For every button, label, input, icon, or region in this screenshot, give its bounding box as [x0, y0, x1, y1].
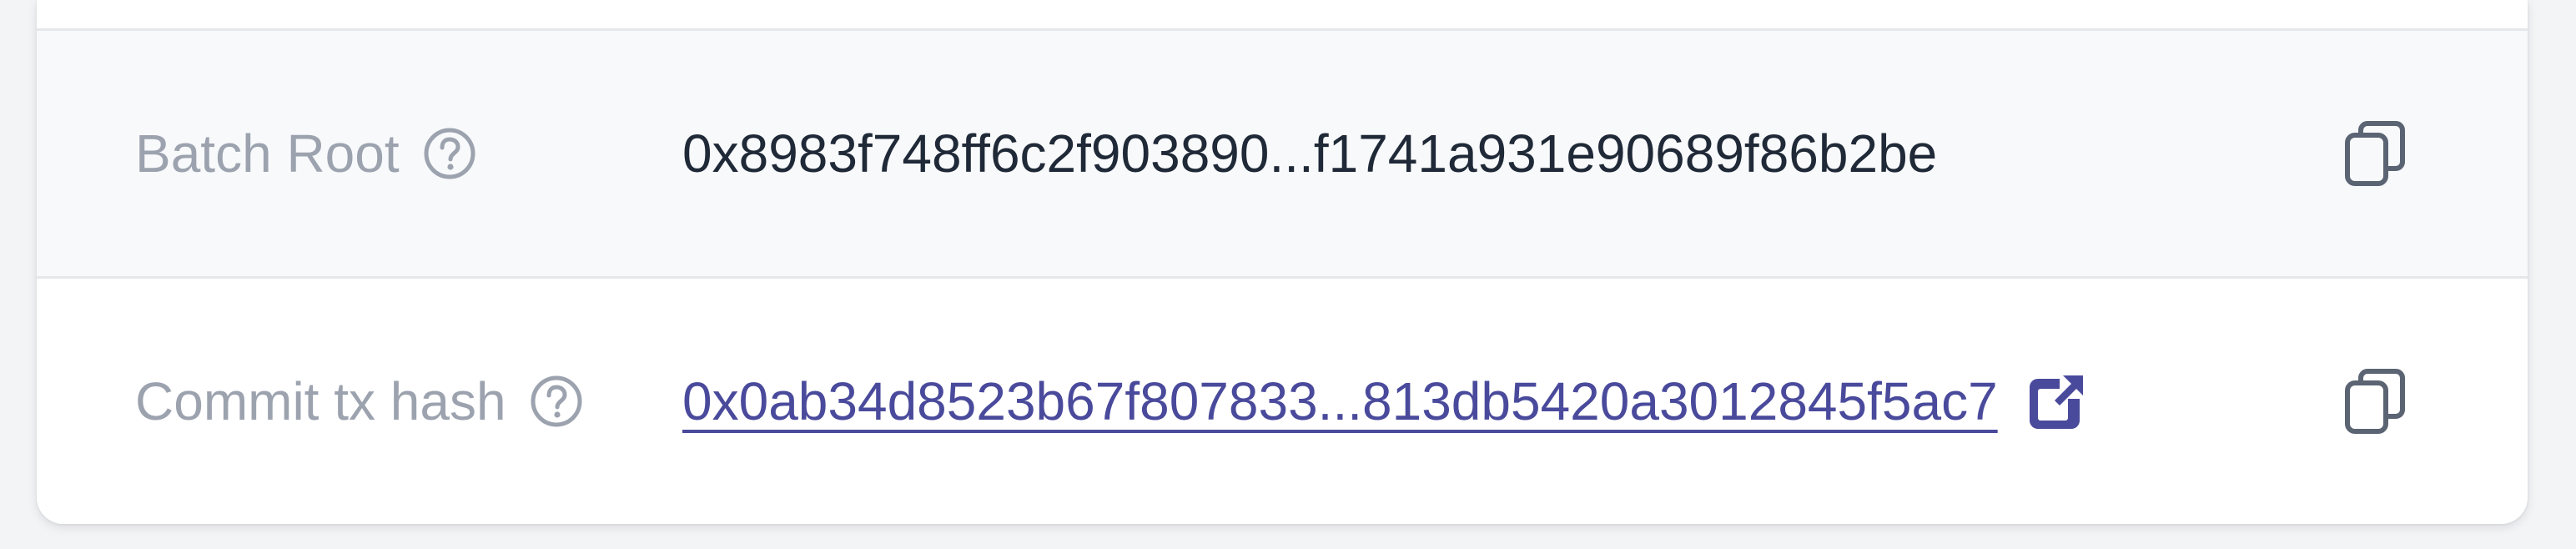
batch-root-label-group: Batch Root	[135, 123, 478, 184]
commit-tx-hash-value-group: 0x0ab34d8523b67f807833...813db5420a30128…	[682, 370, 2088, 432]
external-link-icon[interactable]	[2026, 370, 2088, 432]
question-circle-icon[interactable]	[528, 373, 585, 430]
previous-row-edge	[37, 0, 2528, 31]
batch-root-value: 0x8983f748ff6c2f903890...f1741a931e90689…	[682, 123, 1938, 184]
commit-tx-hash-label: Commit tx hash	[135, 371, 506, 431]
copy-batch-root-button[interactable]	[2337, 115, 2414, 192]
commit-tx-hash-label-group: Commit tx hash	[135, 370, 585, 432]
copy-icon	[2342, 366, 2409, 436]
commit-tx-hash-link[interactable]: 0x0ab34d8523b67f807833...813db5420a30128…	[682, 370, 1998, 432]
copy-commit-tx-hash-button[interactable]	[2337, 363, 2414, 440]
batch-root-row: Batch Root 0x8983f748ff6c2f903890...f174…	[37, 31, 2528, 279]
batch-details-card: Batch Root 0x8983f748ff6c2f903890...f174…	[37, 0, 2528, 524]
question-circle-icon[interactable]	[421, 125, 478, 182]
batch-root-value-group: 0x8983f748ff6c2f903890...f1741a931e90689…	[682, 123, 1937, 184]
batch-root-label: Batch Root	[135, 123, 400, 184]
copy-icon	[2342, 118, 2409, 189]
commit-tx-hash-row: Commit tx hash 0x0ab34d8523b67f807833...…	[37, 279, 2528, 524]
